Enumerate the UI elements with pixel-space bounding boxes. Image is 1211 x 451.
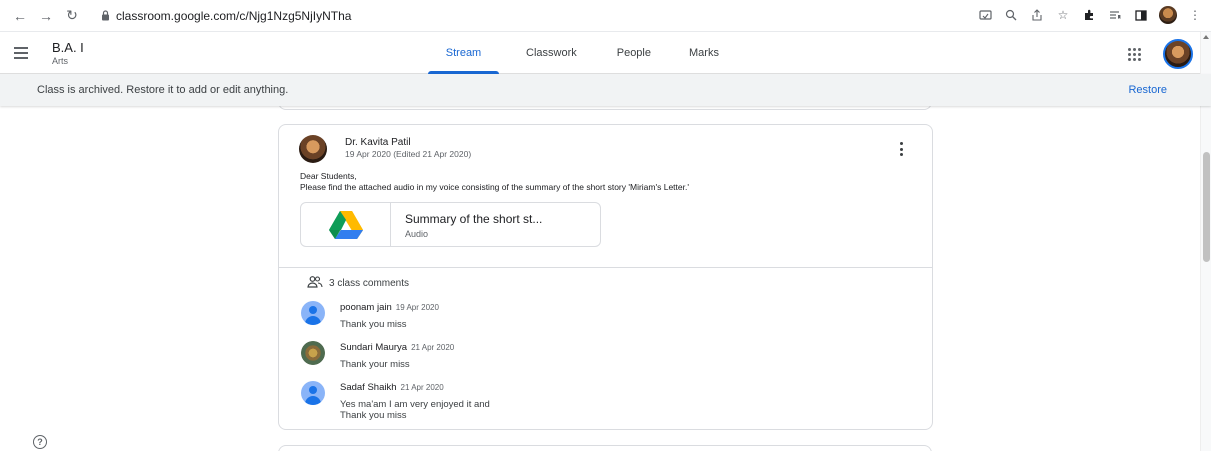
avatar bbox=[301, 381, 325, 405]
comment-item: Sadaf Shaikh 21 Apr 2020 Yes ma'am I am v… bbox=[301, 377, 490, 421]
lock-icon[interactable] bbox=[98, 9, 112, 23]
attachment-type: Audio bbox=[405, 229, 429, 239]
cast-icon[interactable] bbox=[977, 7, 993, 23]
next-post-card bbox=[278, 445, 932, 451]
stream-feed[interactable]: Dr. Kavita Patil 19 Apr 2020 (Edited 21 … bbox=[0, 106, 1211, 451]
people-icon bbox=[307, 276, 323, 291]
reading-list-icon[interactable] bbox=[1107, 7, 1123, 23]
tab-people[interactable]: People bbox=[601, 32, 667, 74]
comment-text: Yes ma'am I am very enjoyed it and Thank… bbox=[340, 399, 490, 421]
reload-icon[interactable]: ↻ bbox=[62, 6, 82, 26]
side-panel-icon[interactable] bbox=[1133, 7, 1149, 23]
avatar bbox=[301, 301, 325, 325]
zoom-icon[interactable] bbox=[1003, 7, 1019, 23]
scroll-up-arrow-icon[interactable] bbox=[1203, 35, 1209, 39]
classroom-header: B.A. I Arts Stream Classwork People Mark… bbox=[0, 32, 1211, 74]
author-name: Dr. Kavita Patil bbox=[345, 137, 411, 148]
browser-menu-icon[interactable]: ⋮ bbox=[1187, 7, 1203, 23]
post-date: 19 Apr 2020 (Edited 21 Apr 2020) bbox=[345, 149, 472, 159]
comment-text: Thank you miss bbox=[340, 319, 407, 330]
account-avatar[interactable] bbox=[1163, 39, 1193, 69]
google-apps-icon[interactable] bbox=[1125, 45, 1143, 63]
scroll-thumb[interactable] bbox=[1203, 152, 1210, 262]
comment-author: Sadaf Shaikh bbox=[340, 382, 397, 393]
comment-text-line: Yes ma'am I am very enjoyed it and bbox=[340, 399, 490, 410]
comment-item: Sundari Maurya 21 Apr 2020 Thank your mis… bbox=[301, 337, 454, 370]
browser-profile-avatar[interactable] bbox=[1159, 6, 1177, 24]
back-arrow-icon[interactable]: ← bbox=[10, 6, 30, 26]
comment-author: Sundari Maurya bbox=[340, 342, 408, 353]
tab-classwork[interactable]: Classwork bbox=[510, 32, 593, 74]
attachment-card[interactable]: Summary of the short st... Audio bbox=[300, 202, 601, 247]
forward-arrow-icon[interactable]: → bbox=[36, 6, 56, 26]
comment-text: Thank your miss bbox=[340, 359, 410, 370]
extensions-icon[interactable] bbox=[1081, 7, 1097, 23]
post-body-line: Please find the attached audio in my voi… bbox=[300, 182, 689, 192]
tab-stream[interactable]: Stream bbox=[420, 32, 507, 74]
archived-banner: Class is archived. Restore it to add or … bbox=[0, 74, 1211, 106]
main-menu-icon[interactable] bbox=[14, 43, 34, 63]
share-icon[interactable] bbox=[1029, 7, 1045, 23]
comments-count: 3 class comments bbox=[329, 278, 410, 289]
restore-button[interactable]: Restore bbox=[1128, 84, 1167, 96]
browser-toolbar: ← → ↻ classroom.google.com/c/Njg1Nzg5NjI… bbox=[0, 0, 1211, 32]
google-drive-icon bbox=[301, 203, 391, 246]
post-body: Dear Students, Please find the attached … bbox=[300, 171, 689, 193]
bookmark-star-icon[interactable]: ☆ bbox=[1055, 7, 1071, 23]
card-divider bbox=[279, 267, 932, 268]
comment-item: poonam jain 19 Apr 2020 Thank you miss bbox=[301, 297, 439, 330]
comment-author: poonam jain bbox=[340, 302, 392, 313]
more-options-icon[interactable] bbox=[900, 142, 904, 156]
address-bar[interactable]: classroom.google.com/c/Njg1Nzg5NjIyNTha bbox=[116, 9, 351, 23]
archived-message: Class is archived. Restore it to add or … bbox=[37, 84, 289, 96]
tab-marks[interactable]: Marks bbox=[673, 32, 735, 74]
previous-post-card bbox=[278, 106, 932, 110]
class-section: Arts bbox=[52, 55, 69, 66]
class-tabs: Stream Classwork People Marks bbox=[420, 32, 735, 74]
attachment-title: Summary of the short st... bbox=[405, 212, 543, 226]
author-avatar bbox=[299, 135, 327, 163]
class-title[interactable]: B.A. I Arts bbox=[52, 40, 84, 66]
class-name: B.A. I bbox=[52, 39, 84, 55]
announcement-card: Dr. Kavita Patil 19 Apr 2020 (Edited 21 … bbox=[278, 124, 933, 430]
post-body-line: Dear Students, bbox=[300, 171, 357, 181]
comment-date: 19 Apr 2020 bbox=[395, 303, 439, 312]
comment-text-line: Thank you miss bbox=[340, 410, 407, 421]
class-comments-toggle[interactable]: 3 class comments bbox=[307, 276, 409, 291]
comment-date: 21 Apr 2020 bbox=[400, 383, 444, 392]
help-icon[interactable]: ? bbox=[33, 435, 47, 449]
comment-date: 21 Apr 2020 bbox=[411, 343, 455, 352]
avatar bbox=[301, 341, 325, 365]
